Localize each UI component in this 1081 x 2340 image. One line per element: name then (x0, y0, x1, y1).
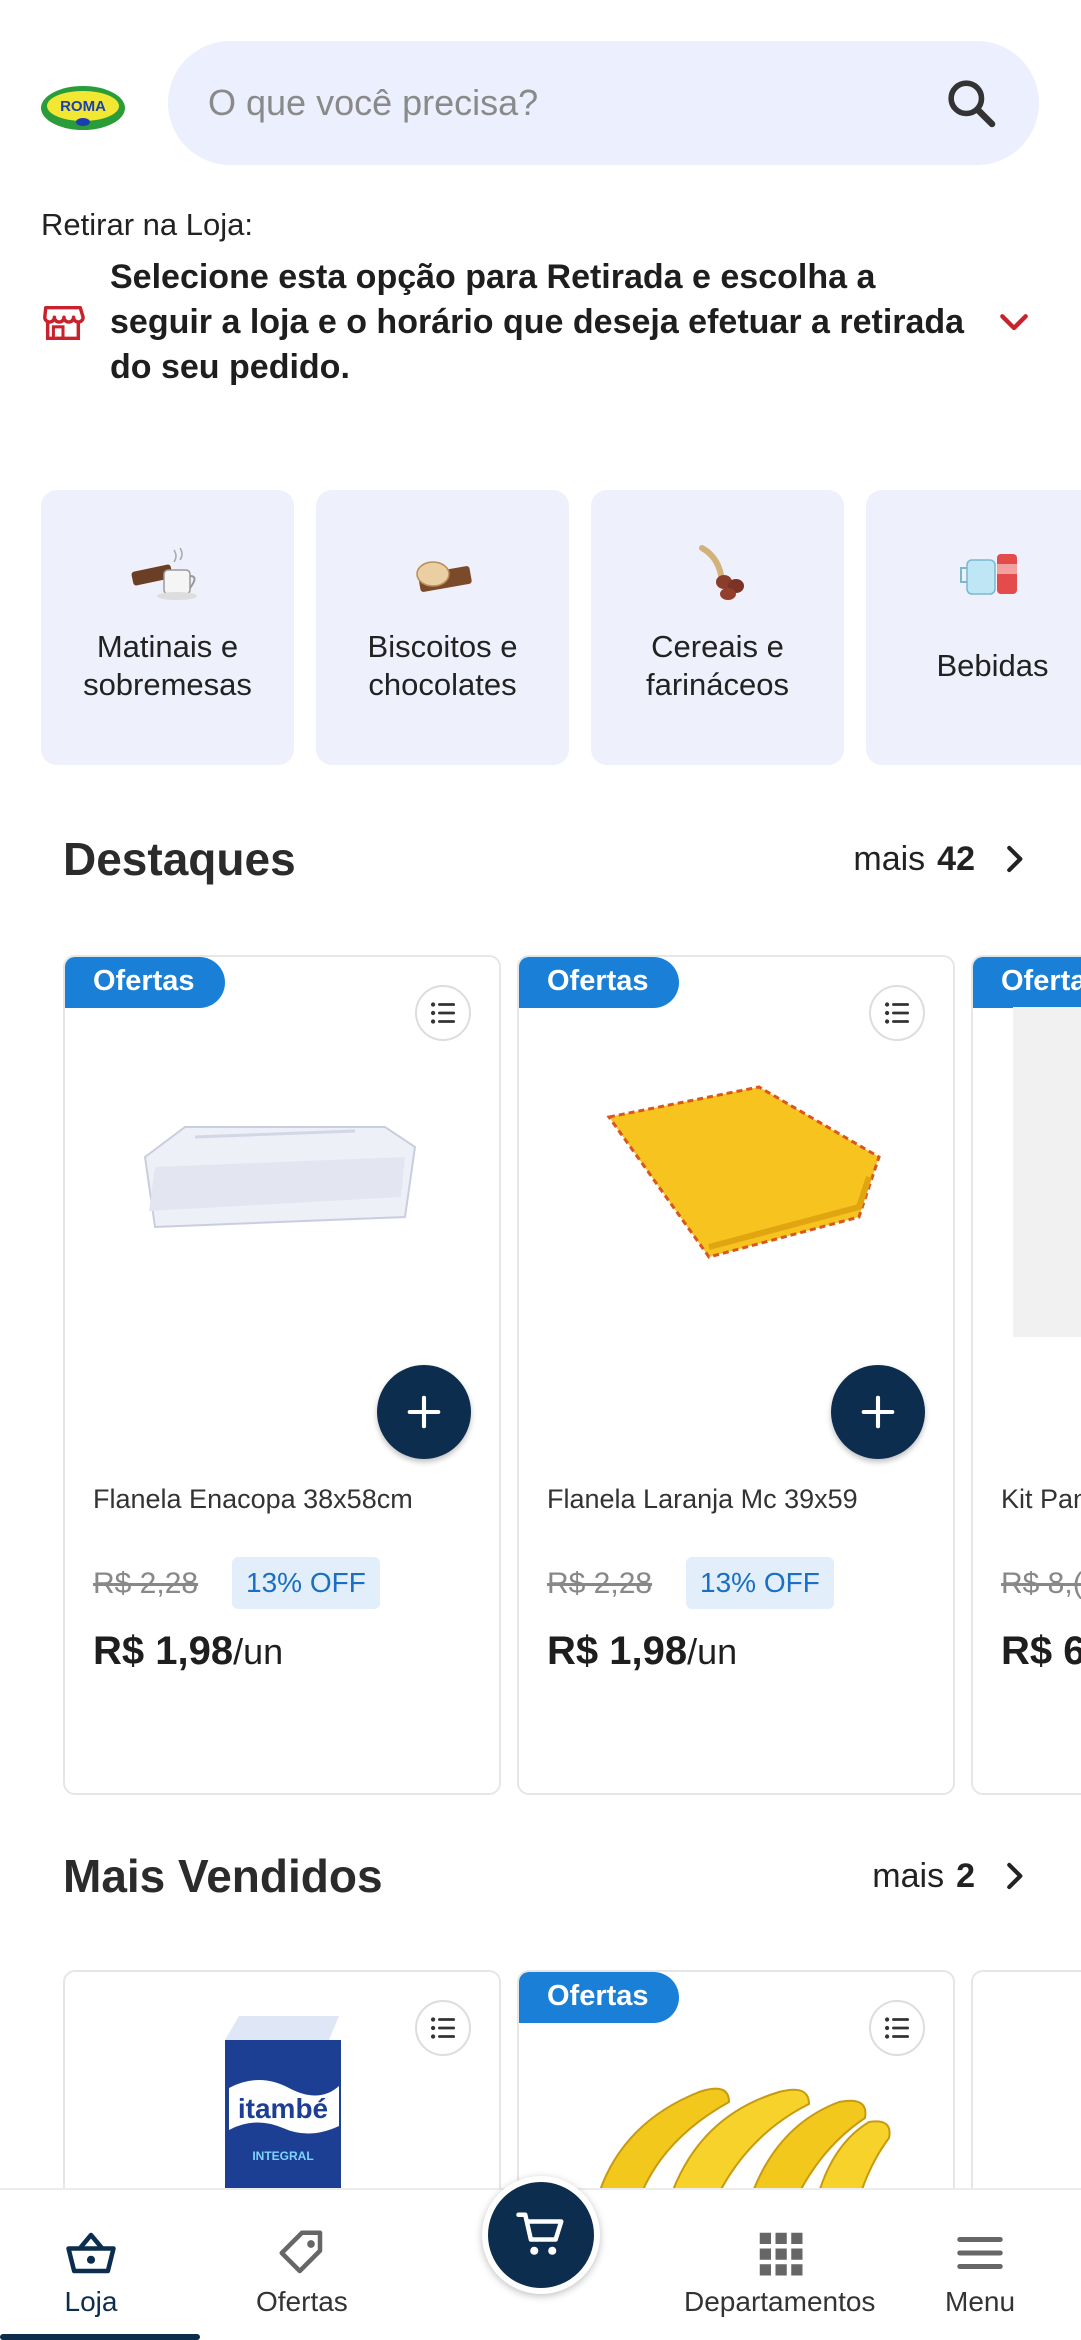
price: R$ 6 (1001, 1629, 1081, 1674)
svg-text:itambé: itambé (238, 2093, 328, 2124)
more-label: mais (872, 1856, 945, 1895)
pickup-message: Selecione esta opção para Retirada e esc… (110, 258, 965, 386)
add-to-list-button[interactable] (415, 985, 471, 1041)
active-tab-indicator (0, 2334, 200, 2340)
list-icon (430, 1002, 456, 1024)
more-label: mais (853, 839, 926, 878)
app-screen: ROMA Retirar na Loja: Selecione esta opç… (0, 0, 1081, 2340)
drinks-icon (959, 554, 1017, 595)
add-to-cart-button[interactable] (377, 1365, 471, 1459)
best-sellers-title: Mais Vendidos (63, 1850, 383, 1902)
category-cereais[interactable]: Cereais e farináceos (591, 490, 844, 765)
chevron-down-icon[interactable] (994, 303, 1034, 343)
nav-label: Loja (64, 2286, 118, 2317)
product-card[interactable]: Oferta Kit Pan Microf R$ 8,( R$ 6 (971, 955, 1081, 1795)
plus-icon (861, 1395, 895, 1429)
offer-badge: Ofertas (65, 957, 225, 1008)
offer-badge: Ofertas (519, 1972, 679, 2023)
cereal-icon (698, 545, 744, 600)
category-label: Bebidas (936, 648, 1049, 683)
cart-icon (516, 2212, 564, 2255)
nav-label: Departamentos (684, 2286, 876, 2317)
product-name[interactable]: Flanela Laranja Mc 39x59 (547, 1484, 937, 1515)
old-price: R$ 2,28 (93, 1567, 199, 1600)
price: R$ 1,98/un (93, 1629, 283, 1674)
old-price: R$ 2,28 (547, 1567, 653, 1600)
pickup-selector[interactable]: Selecione esta opção para Retirada e esc… (40, 255, 1040, 390)
price-value: R$ 1,98 (547, 1629, 688, 1673)
price: R$ 1,98/un (547, 1629, 737, 1674)
price-value: R$ 6 (1001, 1629, 1081, 1673)
add-to-cart-button[interactable] (831, 1365, 925, 1459)
list-icon (884, 1002, 910, 1024)
nav-item-ofertas[interactable]: Ofertas (256, 2226, 348, 2318)
product-image-milk-carton[interactable]: itambé INTEGRAL (215, 2010, 355, 2210)
svg-text:INTEGRAL: INTEGRAL (252, 2149, 313, 2163)
price-unit: /un (233, 1631, 284, 1672)
add-to-list-button[interactable] (869, 985, 925, 1041)
category-bebidas[interactable]: Bebidas (866, 490, 1081, 765)
product-name[interactable]: Flanela Enacopa 38x58cm (93, 1484, 483, 1515)
nav-label: Ofertas (256, 2286, 348, 2317)
nav-item-loja[interactable]: Loja (64, 2226, 118, 2318)
chevron-right-icon (1007, 1862, 1023, 1890)
nav-item-departamentos[interactable]: Departamentos (684, 2226, 875, 2318)
discount-badge: 13% OFF (232, 1557, 380, 1609)
product-image-orange-cloth[interactable] (569, 1047, 909, 1287)
offer-badge: Oferta (973, 957, 1081, 1008)
search-icon[interactable] (943, 75, 999, 131)
highlights-more-link[interactable]: mais 42 (853, 840, 1033, 879)
basket-icon (66, 2232, 116, 2274)
price-value: R$ 1,98 (93, 1629, 234, 1673)
category-matinais[interactable]: Matinais e sobremesas (41, 490, 294, 765)
chevron-right-icon (1007, 845, 1023, 873)
best-sellers-header: Mais Vendidos mais 2 (63, 1849, 1033, 1903)
search-bar[interactable] (168, 41, 1039, 165)
coffee-icon (131, 547, 197, 600)
pickup-label: Retirar na Loja: (41, 207, 253, 242)
grid-icon (759, 2232, 803, 2276)
svg-text:ROMA: ROMA (60, 98, 106, 115)
product-card[interactable]: Ofertas Flanela Laranja Mc 39x59 R$ 2,28… (517, 955, 955, 1795)
menu-icon (957, 2237, 1003, 2269)
cart-button[interactable] (482, 2176, 600, 2294)
old-price: R$ 8,( (1001, 1567, 1081, 1600)
highlights-carousel[interactable]: Ofertas Flanela Enacopa 38x58cm R$ 2,28 … (63, 955, 1081, 1795)
list-icon (430, 2017, 456, 2039)
nav-item-menu[interactable]: Menu (945, 2226, 1015, 2318)
category-carousel[interactable]: Matinais e sobremesas Biscoitos e chocol… (41, 490, 1081, 765)
category-label: Cereais e farináceos (645, 629, 790, 702)
roma-logo[interactable]: ROMA (40, 84, 126, 132)
product-card[interactable]: Ofertas Flanela Enacopa 38x58cm R$ 2,28 … (63, 955, 501, 1795)
discount-badge: 13% OFF (686, 1557, 834, 1609)
category-label: Biscoitos e chocolates (367, 629, 518, 702)
category-biscoitos[interactable]: Biscoitos e chocolates (316, 490, 569, 765)
biscuit-icon (415, 561, 472, 592)
store-icon (43, 305, 85, 340)
offer-badge: Ofertas (519, 957, 679, 1008)
highlights-header: Destaques mais 42 (63, 832, 1033, 886)
tag-icon (279, 2230, 323, 2274)
product-image-microfiber-kit[interactable] (1013, 1007, 1081, 1337)
highlights-title: Destaques (63, 833, 296, 885)
add-to-list-button[interactable] (415, 2000, 471, 2056)
price-unit: /un (687, 1631, 738, 1672)
search-input[interactable] (208, 82, 943, 124)
plus-icon (407, 1395, 441, 1429)
best-sellers-more-link[interactable]: mais 2 (872, 1857, 1033, 1896)
more-count: 2 (956, 1856, 975, 1895)
list-icon (884, 2017, 910, 2039)
product-image-white-cloth[interactable] (115, 1047, 455, 1287)
more-count: 42 (937, 839, 975, 878)
product-name[interactable]: Kit Pan Microf (1001, 1484, 1081, 1515)
nav-label: Menu (945, 2286, 1016, 2317)
category-label: Matinais e sobremesas (83, 629, 252, 702)
